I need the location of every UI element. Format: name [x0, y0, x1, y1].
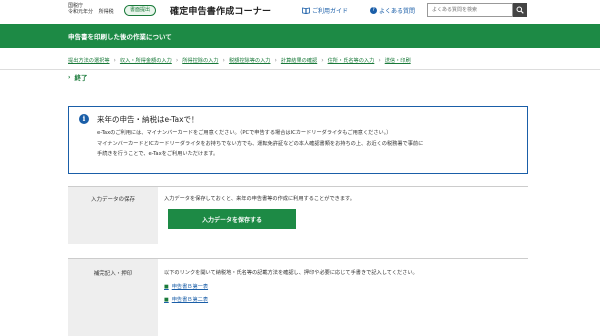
page-title: 申告書を印刷した後の作業について	[68, 33, 172, 41]
step-navigation: 提出方法の選択等 › 収入・所得金額の入力 › 所得控除の入力 › 税額控除等の…	[0, 52, 600, 70]
bullet-icon: ■	[164, 283, 169, 290]
question-icon: ?	[370, 7, 377, 14]
section-body: 以下のリンクを開いて納税地・氏名等の記載方法を確認し、押印や必要に応じて手書きで…	[164, 259, 528, 336]
step-address-name[interactable]: 住所・氏名等の入力	[328, 57, 375, 64]
site-title: 確定申告書作成コーナー	[170, 7, 272, 17]
supplement-seal-section: 補完記入・押印 以下のリンクを開いて納税地・氏名等の記載方法を確認し、押印や必要…	[68, 258, 528, 336]
info-text-line: マイナンバーカードとICカードリーダライタをお持ちでない方でも、運転免許証などの…	[97, 141, 424, 147]
chevron-right-icon: ›	[222, 57, 225, 64]
step-calculation-result[interactable]: 計算結果の確認	[281, 57, 317, 64]
save-input-data-button[interactable]: 入力データを保存する	[168, 209, 296, 229]
info-title: 来年の申告・納税はe-Taxで！	[97, 115, 199, 124]
faq-link[interactable]: ? よくある質問	[370, 6, 415, 15]
step-income[interactable]: 収入・所得金額の入力	[120, 57, 172, 64]
step-income-deduction[interactable]: 所得控除の入力	[182, 57, 218, 64]
form-link-label: 申告書Ｂ第二表	[171, 297, 209, 303]
info-text-line: e-Taxのご利用には、マイナンバーカードをご用意ください。（PCで申告する場合…	[97, 130, 392, 136]
tax-type: 所得税	[98, 9, 114, 15]
search-icon	[516, 6, 524, 14]
site-header: 国税庁 令和元年分 所得税 書面提出 確定申告書作成コーナー ご利用ガイド ? …	[0, 0, 600, 22]
form-link-label: 申告書Ｂ第一表	[171, 284, 209, 290]
chevron-right-icon: ›	[175, 57, 179, 64]
chevron-right-icon: ›	[378, 57, 381, 64]
section-label: 補完記入・押印	[93, 271, 133, 277]
section-header: 補完記入・押印	[68, 259, 158, 336]
user-guide-label: ご利用ガイド	[312, 8, 349, 15]
form-b-sheet1-link[interactable]: ■ 申告書Ｂ第一表	[164, 283, 209, 291]
current-step: › 終了	[68, 72, 88, 83]
chevron-right-icon: ›	[274, 57, 277, 64]
section-header: 入力データの保存	[68, 187, 158, 244]
info-icon: i	[79, 114, 89, 124]
tax-year: 令和元年分	[68, 9, 94, 15]
chevron-right-icon: ›	[113, 57, 116, 64]
org-info: 国税庁 令和元年分 所得税	[68, 3, 118, 15]
section-body: 入力データを保存しておくと、来年の申告書等の作成に利用することができます。 入力…	[164, 187, 528, 244]
section-label: 入力データの保存	[90, 197, 135, 203]
info-text-line: 手続きを行うことで、e-Taxをご利用いただけます。	[97, 151, 219, 157]
bullet-icon: ■	[164, 296, 169, 303]
etax-info-box: i 来年の申告・納税はe-Taxで！ e-Taxのご利用には、マイナンバーカード…	[68, 106, 528, 174]
faq-label: よくある質問	[379, 8, 416, 15]
search-button[interactable]	[513, 3, 527, 17]
section-description: 以下のリンクを開いて納税地・氏名等の記載方法を確認し、押印や必要に応じて手書きで…	[164, 270, 418, 276]
step-submission-method[interactable]: 提出方法の選択等	[68, 57, 110, 64]
chevron-right-icon: ›	[68, 73, 71, 81]
step-send-print[interactable]: 送信・印刷	[385, 57, 411, 64]
chevron-right-icon: ›	[321, 57, 324, 64]
current-step-label: 終了	[74, 74, 88, 82]
page-banner: 申告書を印刷した後の作業について	[0, 24, 600, 48]
form-b-sheet2-link[interactable]: ■ 申告書Ｂ第二表	[164, 296, 209, 304]
step-tax-credit[interactable]: 税額控除等の入力	[229, 57, 271, 64]
section-description: 入力データを保存しておくと、来年の申告書等の作成に利用することができます。	[164, 196, 355, 202]
submission-mode-badge: 書面提出	[124, 5, 157, 16]
user-guide-link[interactable]: ご利用ガイド	[302, 6, 348, 15]
faq-search-input[interactable]	[427, 3, 513, 17]
save-data-section: 入力データの保存 入力データを保存しておくと、来年の申告書等の作成に利用すること…	[68, 186, 528, 244]
book-icon	[302, 7, 310, 14]
